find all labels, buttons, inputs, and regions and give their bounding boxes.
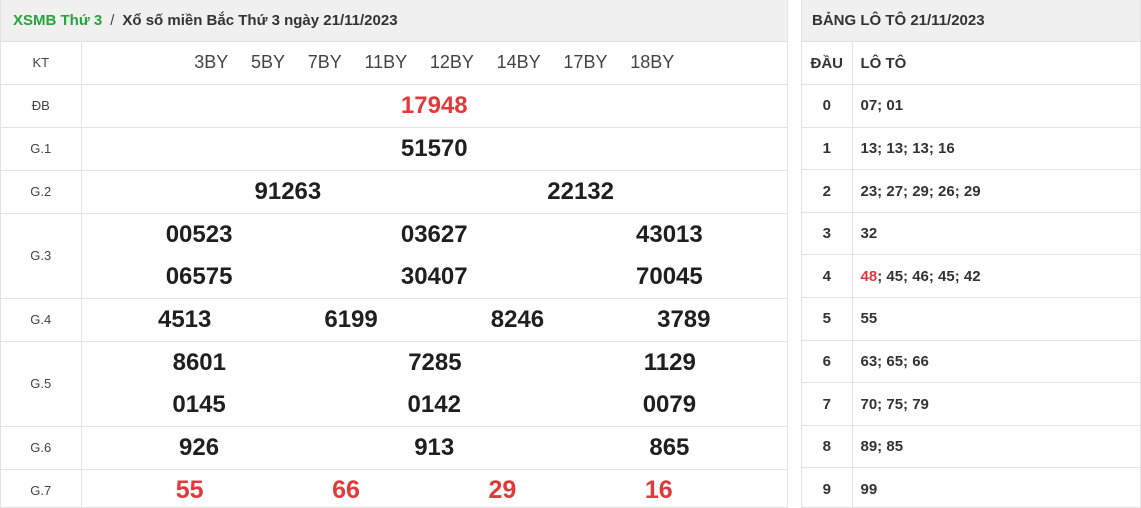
prize-label: G.5: [1, 341, 82, 427]
prize-label: G.6: [1, 426, 82, 470]
results-panel: XSMB Thứ 3 / Xổ số miền Bắc Thứ 3 ngày 2…: [0, 0, 788, 508]
prize-number: 8246: [490, 305, 545, 333]
prize-number: 4513: [157, 305, 212, 333]
loto-values: 23; 27; 29; 26; 29: [852, 169, 1140, 213]
loto-row: 3 32: [802, 212, 1140, 256]
loto-header-row: ĐẦU LÔ TÔ: [802, 42, 1140, 86]
loto-row: 7 70; 75; 79: [802, 382, 1140, 426]
code-item: 11BY: [364, 52, 408, 73]
code-item: 17BY: [563, 52, 608, 73]
code-item: 18BY: [630, 52, 675, 73]
loto-dau: 9: [802, 467, 853, 508]
breadcrumb-separator: /: [110, 12, 115, 29]
loto-values: 55: [852, 297, 1140, 341]
prize-row-g2: G.2 91263 22132: [1, 170, 787, 214]
col-loto-header: LÔ TÔ: [852, 42, 1140, 86]
prize-number: 6199: [324, 305, 378, 333]
prize-row-g1: G.1 51570: [1, 127, 787, 171]
loto-row: 1 13; 13; 13; 16: [802, 127, 1140, 171]
loto-values: 13; 13; 13; 16: [852, 127, 1140, 171]
code-item: 5BY: [250, 52, 285, 73]
prize-number: 30407: [400, 262, 468, 290]
prize-label: G.3: [1, 213, 82, 299]
loto-dau: 2: [802, 169, 853, 213]
prize-number: 0079: [642, 390, 697, 418]
prize-number: 8601: [172, 348, 226, 376]
prize-number: 22132: [547, 177, 614, 205]
prize-number: 51570: [400, 134, 468, 162]
prize-number: 7285: [408, 348, 462, 376]
prize-row-g7: G.7 55 66 29 16: [1, 469, 787, 508]
prize-number: 865: [649, 433, 690, 461]
loto-values: 99: [852, 467, 1140, 508]
prize-number: 16: [644, 476, 673, 504]
prize-number: 06575: [165, 262, 233, 290]
loto-rest: ; 45; 46; 45; 42: [877, 267, 981, 285]
loto-dau: 4: [802, 254, 853, 299]
code-item: 3BY: [194, 52, 229, 73]
loto-dau: 6: [802, 340, 853, 384]
prize-number: 0145: [172, 390, 226, 418]
prize-row-g3: G.3 00523 03627 43013 06575 30407 70045: [1, 213, 787, 299]
prize-label: G.2: [1, 170, 82, 214]
prize-number: 91263: [254, 177, 322, 205]
prize-number: 00523: [165, 220, 233, 248]
loto-dau: 3: [802, 212, 853, 256]
loto-dau: 1: [802, 127, 853, 171]
prize-number: 55: [175, 476, 204, 504]
code-item: 7BY: [307, 52, 342, 73]
loto-table: ĐẦU LÔ TÔ 0 07; 01 1 13; 13; 13; 16 2 23…: [802, 42, 1140, 508]
prize-number: 926: [179, 433, 220, 461]
codes-row: KT 3BY 5BY 7BY 11BY 12BY 14BY 17BY 18BY: [1, 42, 788, 85]
prize-number: 43013: [636, 220, 703, 248]
loto-row: 2 23; 27; 29; 26; 29: [802, 169, 1140, 213]
prize-label: G.1: [1, 127, 82, 171]
prize-row-g5: G.5 8601 7285 1129 0145 0142 0079: [1, 341, 787, 427]
special-prize-number: 17948: [400, 91, 468, 119]
loto-highlight: 48: [860, 267, 878, 285]
prize-number: 29: [488, 476, 517, 504]
results-table: KT 3BY 5BY 7BY 11BY 12BY 14BY 17BY 18BY …: [1, 42, 787, 508]
loto-dau: 7: [802, 382, 853, 426]
loto-values: 07; 01: [852, 84, 1140, 128]
loto-row: 0 07; 01: [802, 84, 1140, 128]
col-dau-header: ĐẦU: [802, 42, 853, 86]
prize-number: 3789: [657, 305, 711, 333]
loto-values: 48; 45; 46; 45; 42: [852, 254, 1140, 299]
code-item: 12BY: [429, 52, 474, 73]
prize-row-g4: G.4 4513 6199 8246 3789: [1, 298, 787, 342]
loto-title: BẢNG LÔ TÔ 21/11/2023: [802, 0, 1140, 42]
breadcrumb-link[interactable]: XSMB Thứ 3: [13, 12, 102, 29]
loto-panel: BẢNG LÔ TÔ 21/11/2023 ĐẦU LÔ TÔ 0 07; 01…: [801, 0, 1141, 508]
loto-values: 32: [852, 212, 1140, 256]
loto-row: 5 55: [802, 297, 1140, 341]
prize-label: G.4: [1, 298, 82, 342]
loto-values: 70; 75; 79: [852, 382, 1140, 426]
code-item: 14BY: [496, 52, 541, 73]
prize-number: 66: [332, 476, 360, 504]
loto-row: 6 63; 65; 66: [802, 340, 1140, 384]
loto-row: 4 48; 45; 46; 45; 42: [802, 254, 1140, 299]
prize-number: 0142: [407, 390, 461, 418]
results-header: XSMB Thứ 3 / Xổ số miền Bắc Thứ 3 ngày 2…: [1, 0, 787, 42]
loto-values: 89; 85: [852, 425, 1140, 469]
prize-label: ĐB: [1, 84, 82, 128]
loto-values: 63; 65; 66: [852, 340, 1140, 384]
prize-number: 03627: [400, 220, 468, 248]
loto-dau: 0: [802, 84, 853, 128]
loto-row: 9 99: [802, 467, 1140, 508]
kt-label: KT: [1, 42, 82, 85]
prize-label: G.7: [1, 469, 82, 508]
loto-row: 8 89; 85: [802, 425, 1140, 469]
prize-row-g6: G.6 926 913 865: [1, 426, 787, 470]
prize-number: 913: [414, 433, 455, 461]
prize-number: 70045: [636, 262, 703, 290]
loto-dau: 5: [802, 297, 853, 341]
prize-number: 1129: [643, 348, 696, 376]
page-title: Xổ số miền Bắc Thứ 3 ngày 21/11/2023: [122, 12, 398, 29]
prize-row-db: ĐB 17948: [1, 84, 787, 128]
loto-dau: 8: [802, 425, 853, 469]
code-list: 3BY 5BY 7BY 11BY 12BY 14BY 17BY 18BY: [82, 52, 788, 73]
